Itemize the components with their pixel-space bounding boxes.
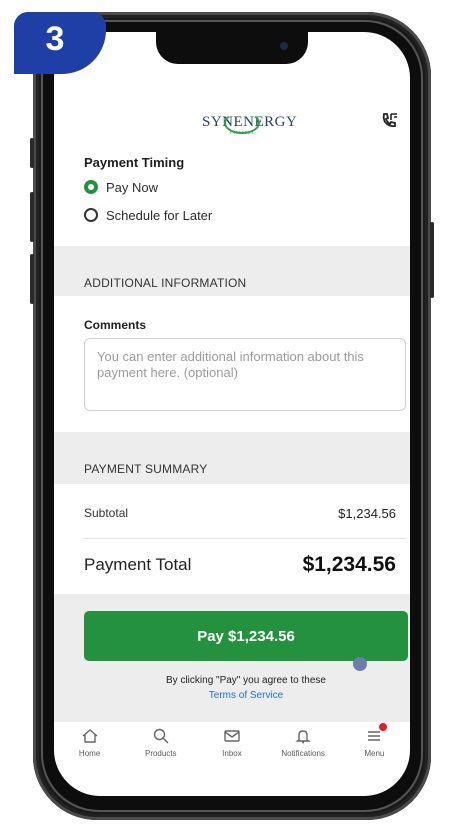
phone-contact-icon[interactable]: [380, 111, 400, 131]
tab-notifications[interactable]: Notifications: [268, 727, 338, 758]
radio-pay-now[interactable]: Pay Now: [84, 177, 158, 197]
total-value: $1,234.56: [302, 553, 396, 576]
terms-of-service-link[interactable]: Terms of Service: [54, 690, 410, 701]
tab-label: Inbox: [222, 749, 242, 758]
touch-indicator: [353, 657, 367, 671]
phone-side-button: [30, 192, 34, 242]
subtotal-row: Subtotal $1,234.56: [84, 502, 396, 524]
mail-icon: [224, 730, 240, 742]
comments-input[interactable]: You can enter additional information abo…: [84, 338, 406, 411]
phone-side-button: [430, 222, 434, 298]
home-icon: [82, 729, 98, 743]
tab-inbox[interactable]: Inbox: [197, 727, 267, 758]
pay-button[interactable]: Pay $1,234.56: [84, 611, 408, 661]
notch: [156, 32, 308, 64]
terms-agreement-text: By clicking "Pay" you agree to these: [166, 675, 326, 686]
radio-unselected-icon[interactable]: [84, 208, 98, 222]
app-header: SYNENERGY PARTNERS: [54, 102, 410, 140]
payment-timing-title: Payment Timing: [84, 155, 185, 170]
subtotal-label: Subtotal: [84, 506, 129, 520]
additional-info-header: ADDITIONAL INFORMATION: [54, 246, 410, 296]
tab-menu[interactable]: Menu: [339, 723, 409, 758]
brand-logo[interactable]: SYNENERGY PARTNERS: [202, 112, 297, 135]
section-title: PAYMENT SUMMARY: [84, 462, 208, 476]
tab-label: Home: [78, 749, 101, 758]
tab-home[interactable]: Home: [55, 727, 125, 758]
radio-selected-icon[interactable]: [84, 180, 98, 194]
bell-icon: [295, 730, 311, 744]
radio-schedule-later[interactable]: Schedule for Later: [84, 205, 212, 225]
phone-screen: SYNENERGY PARTNERS Payment Timing Pay No…: [54, 32, 410, 796]
payment-total-row: Payment Total $1,234.56: [84, 550, 396, 580]
total-label: Payment Total: [84, 555, 192, 574]
subtotal-value: $1,234.56: [338, 505, 396, 521]
tab-label: Notifications: [281, 749, 325, 758]
phone-side-button: [30, 138, 34, 168]
bottom-tab-bar: Home Products Inbox Notifications Menu: [54, 723, 410, 783]
tab-label: Products: [144, 749, 177, 758]
phone-side-button: [30, 254, 34, 304]
radio-label: Pay Now: [106, 179, 159, 195]
search-icon: [153, 728, 169, 744]
tab-label: Menu: [364, 749, 385, 758]
camera-icon: [280, 42, 288, 50]
logo-tagline: PARTNERS: [230, 130, 254, 135]
divider: [84, 538, 406, 539]
section-title: ADDITIONAL INFORMATION: [84, 276, 247, 290]
radio-label: Schedule for Later: [106, 207, 213, 223]
tab-products[interactable]: Products: [126, 727, 196, 758]
notification-badge: [379, 723, 388, 731]
payment-summary-header: PAYMENT SUMMARY: [54, 432, 410, 484]
comments-label: Comments: [84, 318, 147, 332]
step-number: 3: [45, 20, 65, 58]
